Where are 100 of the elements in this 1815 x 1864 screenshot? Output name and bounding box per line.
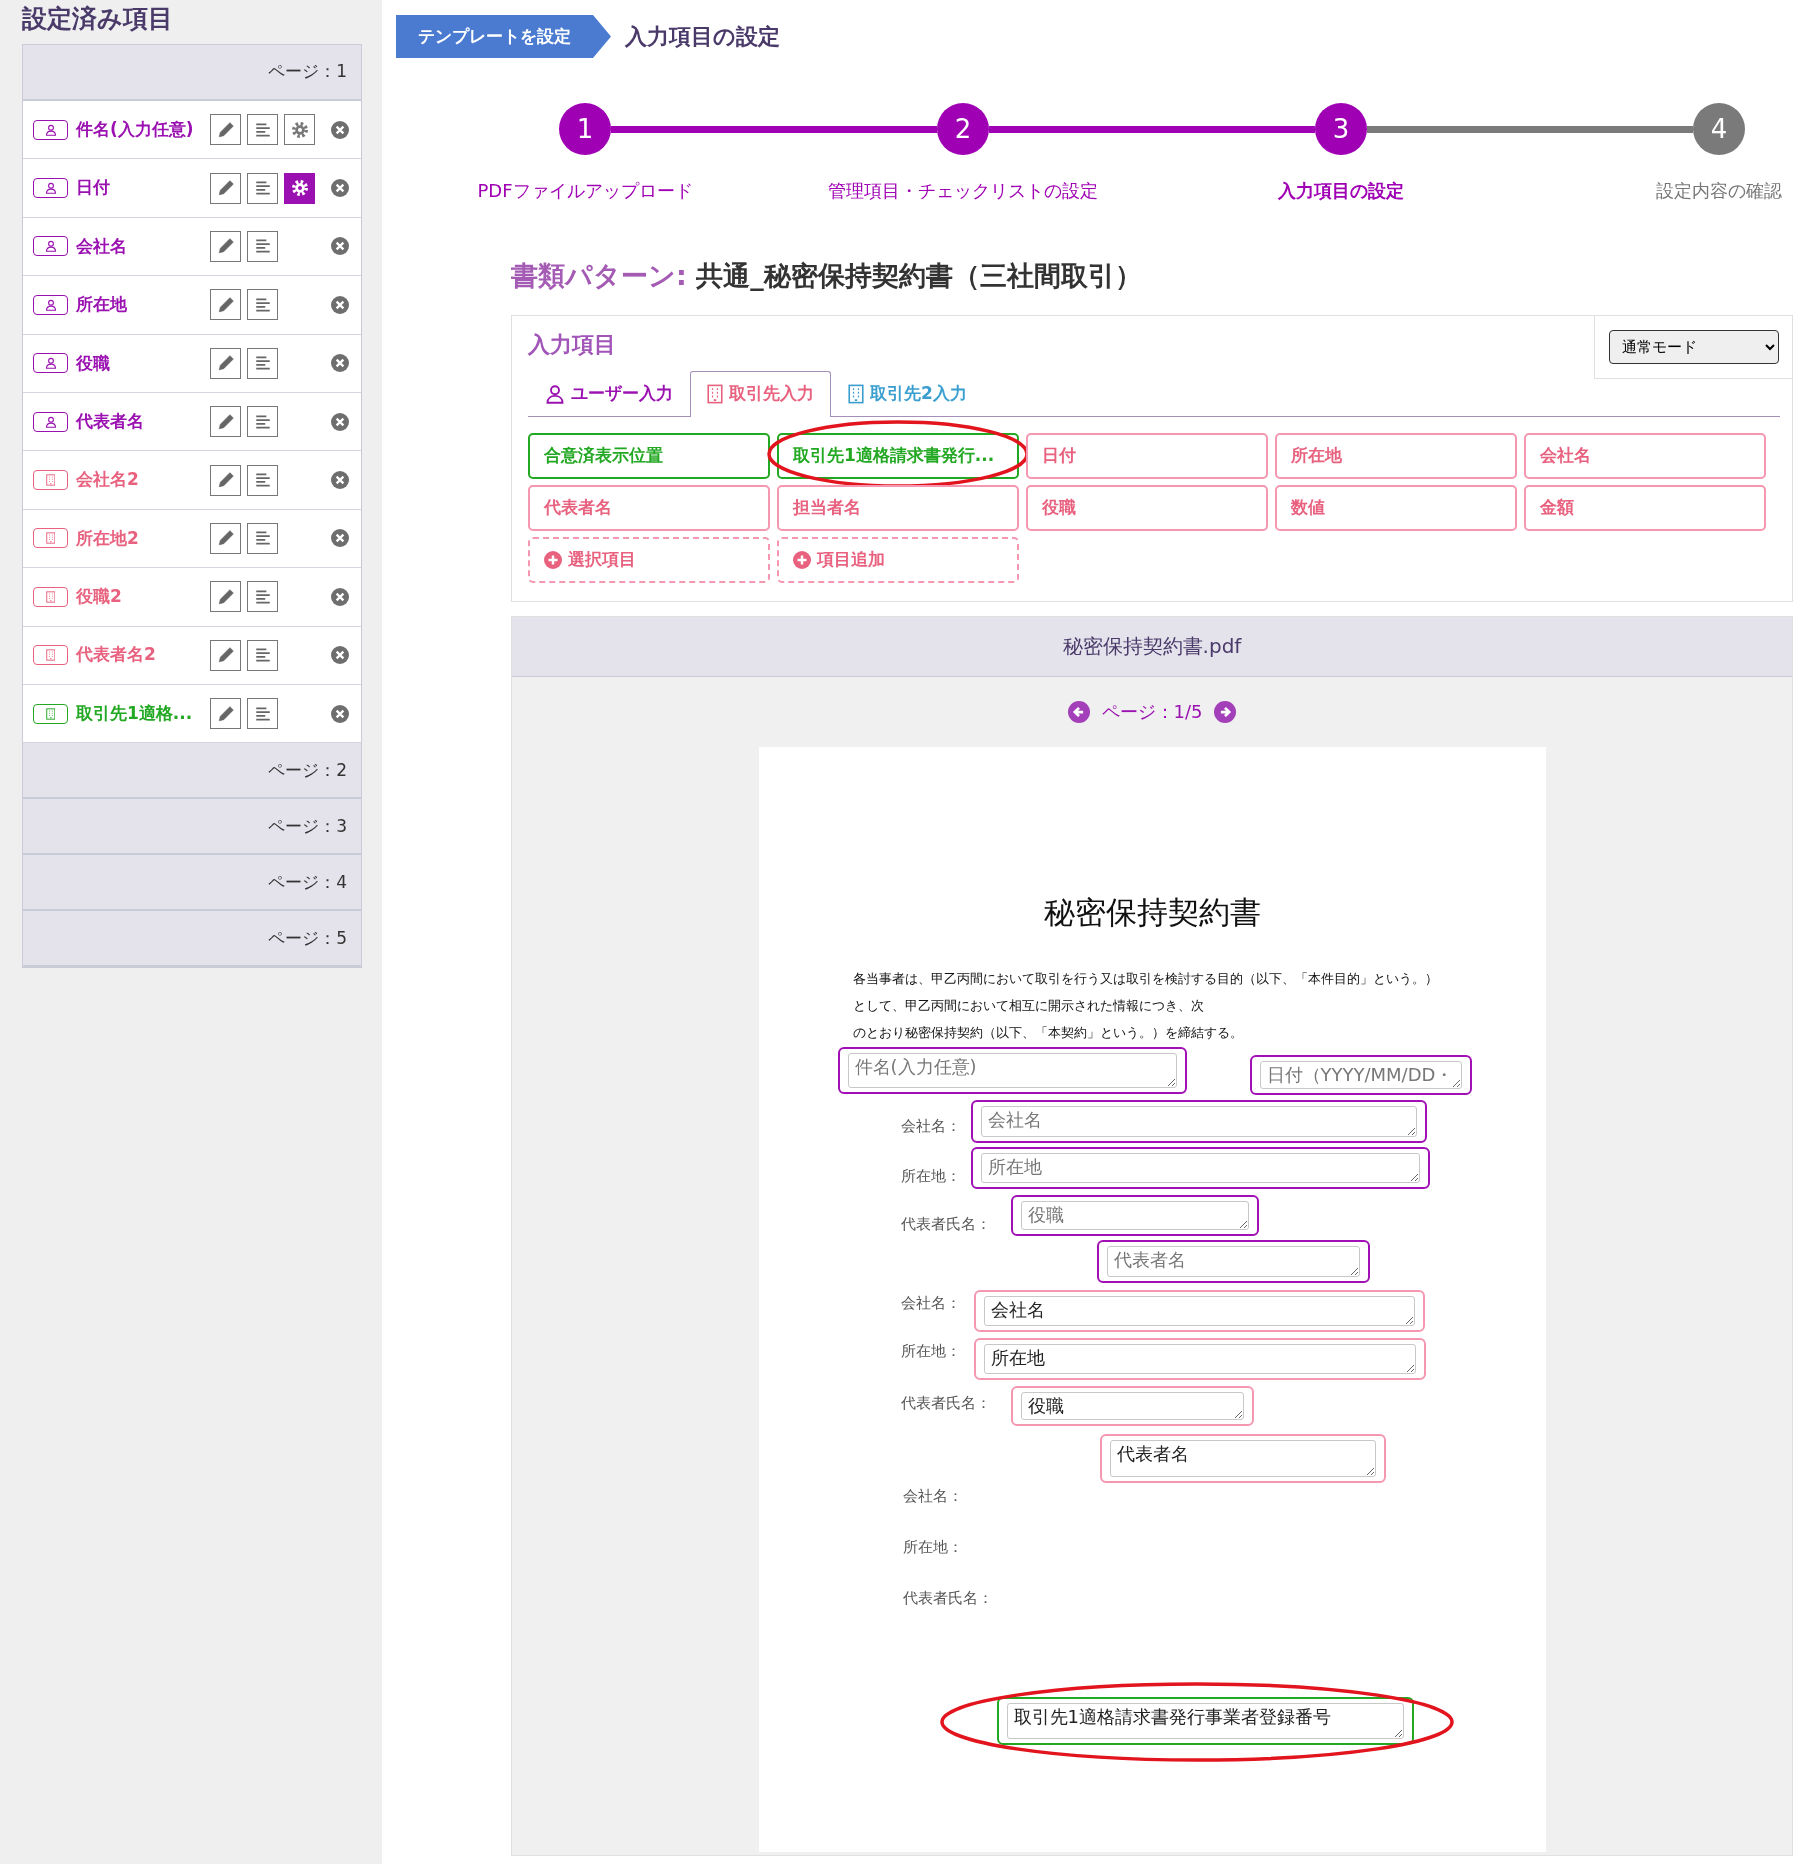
field-frame[interactable]: 役職 bbox=[1010, 1194, 1259, 1236]
page-header[interactable]: ページ：2 bbox=[23, 743, 361, 800]
field-frame[interactable]: 日付（YYYY/MM/DD・ bbox=[1249, 1054, 1472, 1095]
lines-icon bbox=[253, 704, 272, 723]
close-icon[interactable] bbox=[331, 587, 349, 606]
close-icon[interactable] bbox=[331, 412, 349, 431]
pattern-name: 共通_秘密保持契約書（三社間取引） bbox=[696, 260, 1142, 291]
step-label: 入力項目の設定 bbox=[1278, 179, 1404, 203]
page-header[interactable]: ページ：1 bbox=[23, 45, 361, 101]
step-circle: 2 bbox=[937, 103, 989, 155]
edit-button[interactable] bbox=[210, 230, 241, 262]
list-button[interactable] bbox=[247, 581, 278, 613]
input-field[interactable]: 代表者名 bbox=[1106, 1245, 1360, 1277]
field-tag-icon bbox=[33, 586, 68, 607]
list-button[interactable] bbox=[247, 522, 278, 554]
list-button[interactable] bbox=[247, 230, 278, 262]
field-tag-icon bbox=[33, 353, 68, 374]
input-field[interactable]: 所在地 bbox=[983, 1343, 1416, 1374]
list-button[interactable] bbox=[247, 347, 278, 379]
edit-button[interactable] bbox=[210, 581, 241, 613]
lines-icon bbox=[253, 120, 272, 139]
form-label: 代表者氏名： bbox=[900, 1213, 991, 1235]
field-tag-icon bbox=[33, 528, 68, 549]
field-frame[interactable]: 代表者名 bbox=[1096, 1239, 1370, 1283]
field-tag-icon bbox=[33, 236, 68, 257]
list-button[interactable] bbox=[247, 698, 278, 730]
input-field[interactable]: 会社名 bbox=[983, 1295, 1415, 1326]
input-field[interactable]: 日付（YYYY/MM/DD・ bbox=[1259, 1060, 1462, 1089]
field-frame[interactable]: 役職 bbox=[1010, 1385, 1254, 1426]
lines-icon bbox=[253, 471, 272, 490]
breadcrumb-link[interactable]: テンプレートを設定 bbox=[396, 15, 611, 58]
settings-button[interactable] bbox=[284, 114, 315, 146]
list-button[interactable] bbox=[247, 406, 278, 438]
pencil-icon bbox=[216, 646, 235, 665]
input-field[interactable]: 件名(入力任意) bbox=[847, 1052, 1177, 1088]
close-icon[interactable] bbox=[331, 354, 349, 373]
step-circle: 4 bbox=[1693, 103, 1745, 155]
page-next-button[interactable] bbox=[1214, 700, 1237, 723]
list-button[interactable] bbox=[247, 464, 278, 496]
person-icon bbox=[545, 384, 565, 404]
list-button[interactable] bbox=[247, 639, 278, 671]
page-header[interactable]: ページ：5 bbox=[23, 911, 361, 968]
page-header[interactable]: ページ：4 bbox=[23, 855, 361, 912]
document-title: 秘密保持契約書 bbox=[1042, 892, 1262, 932]
close-icon[interactable] bbox=[331, 237, 349, 256]
input-field[interactable]: 役職 bbox=[1020, 1391, 1244, 1420]
close-icon[interactable] bbox=[331, 646, 349, 665]
item-label: 日付 bbox=[76, 176, 111, 200]
list-button[interactable] bbox=[247, 289, 278, 321]
pattern-label: 書類パターン: bbox=[511, 260, 687, 291]
field-frame[interactable]: 所在地 bbox=[973, 1337, 1426, 1380]
settings-button[interactable] bbox=[284, 172, 315, 204]
field-frame[interactable]: 取引先1適格請求書発行事業者登録番号 bbox=[996, 1696, 1414, 1745]
form-label: 会社名： bbox=[900, 1115, 961, 1137]
edit-button[interactable] bbox=[210, 698, 241, 730]
edit-button[interactable] bbox=[210, 406, 241, 438]
page-header[interactable]: ページ：3 bbox=[23, 799, 361, 856]
field-frame[interactable]: 会社名 bbox=[970, 1099, 1427, 1143]
input-field[interactable]: 役職 bbox=[1020, 1200, 1249, 1230]
field-tag-icon bbox=[33, 411, 68, 432]
building-icon bbox=[848, 384, 864, 404]
edit-button[interactable] bbox=[210, 347, 241, 379]
item-label: 役職 bbox=[76, 351, 111, 375]
form-label: 所在地： bbox=[900, 1340, 961, 1362]
page-prev-button[interactable] bbox=[1067, 700, 1090, 723]
close-icon[interactable] bbox=[331, 120, 349, 139]
field-frame[interactable]: 件名(入力任意) bbox=[837, 1046, 1187, 1094]
mode-select[interactable]: 通常モード bbox=[1608, 329, 1779, 364]
list-button[interactable] bbox=[247, 172, 278, 204]
list-button[interactable] bbox=[247, 114, 278, 146]
field-frame[interactable]: 代表者名 bbox=[1099, 1433, 1386, 1483]
form-label: 代表者氏名： bbox=[900, 1392, 991, 1414]
lines-icon bbox=[253, 295, 272, 314]
item-label: 所在地2 bbox=[76, 526, 140, 550]
close-icon[interactable] bbox=[331, 471, 349, 490]
input-field[interactable]: 会社名 bbox=[980, 1105, 1417, 1137]
edit-button[interactable] bbox=[210, 522, 241, 554]
tab[interactable]: ユーザー入力 bbox=[528, 370, 690, 417]
building-icon bbox=[707, 384, 723, 404]
gear-icon bbox=[290, 120, 309, 139]
form-label: 会社名： bbox=[900, 1292, 961, 1314]
page-indicator: ページ：1/5 bbox=[1101, 700, 1203, 724]
edit-button[interactable] bbox=[210, 639, 241, 671]
edit-button[interactable] bbox=[210, 172, 241, 204]
input-field[interactable]: 代表者名 bbox=[1109, 1439, 1376, 1477]
arrow-right-icon bbox=[1214, 700, 1237, 723]
pencil-icon bbox=[216, 354, 235, 373]
close-icon[interactable] bbox=[331, 295, 349, 314]
form-label: 会社名： bbox=[902, 1485, 963, 1507]
close-icon[interactable] bbox=[331, 529, 349, 548]
close-icon[interactable] bbox=[331, 179, 349, 198]
edit-button[interactable] bbox=[210, 114, 241, 146]
arrow-left-icon bbox=[1067, 700, 1090, 723]
field-frame[interactable]: 会社名 bbox=[973, 1289, 1425, 1332]
edit-button[interactable] bbox=[210, 289, 241, 321]
close-icon[interactable] bbox=[331, 704, 349, 723]
input-field[interactable]: 所在地 bbox=[980, 1152, 1420, 1183]
input-field[interactable]: 取引先1適格請求書発行事業者登録番号 bbox=[1006, 1702, 1404, 1739]
field-frame[interactable]: 所在地 bbox=[970, 1146, 1430, 1189]
edit-button[interactable] bbox=[210, 464, 241, 496]
